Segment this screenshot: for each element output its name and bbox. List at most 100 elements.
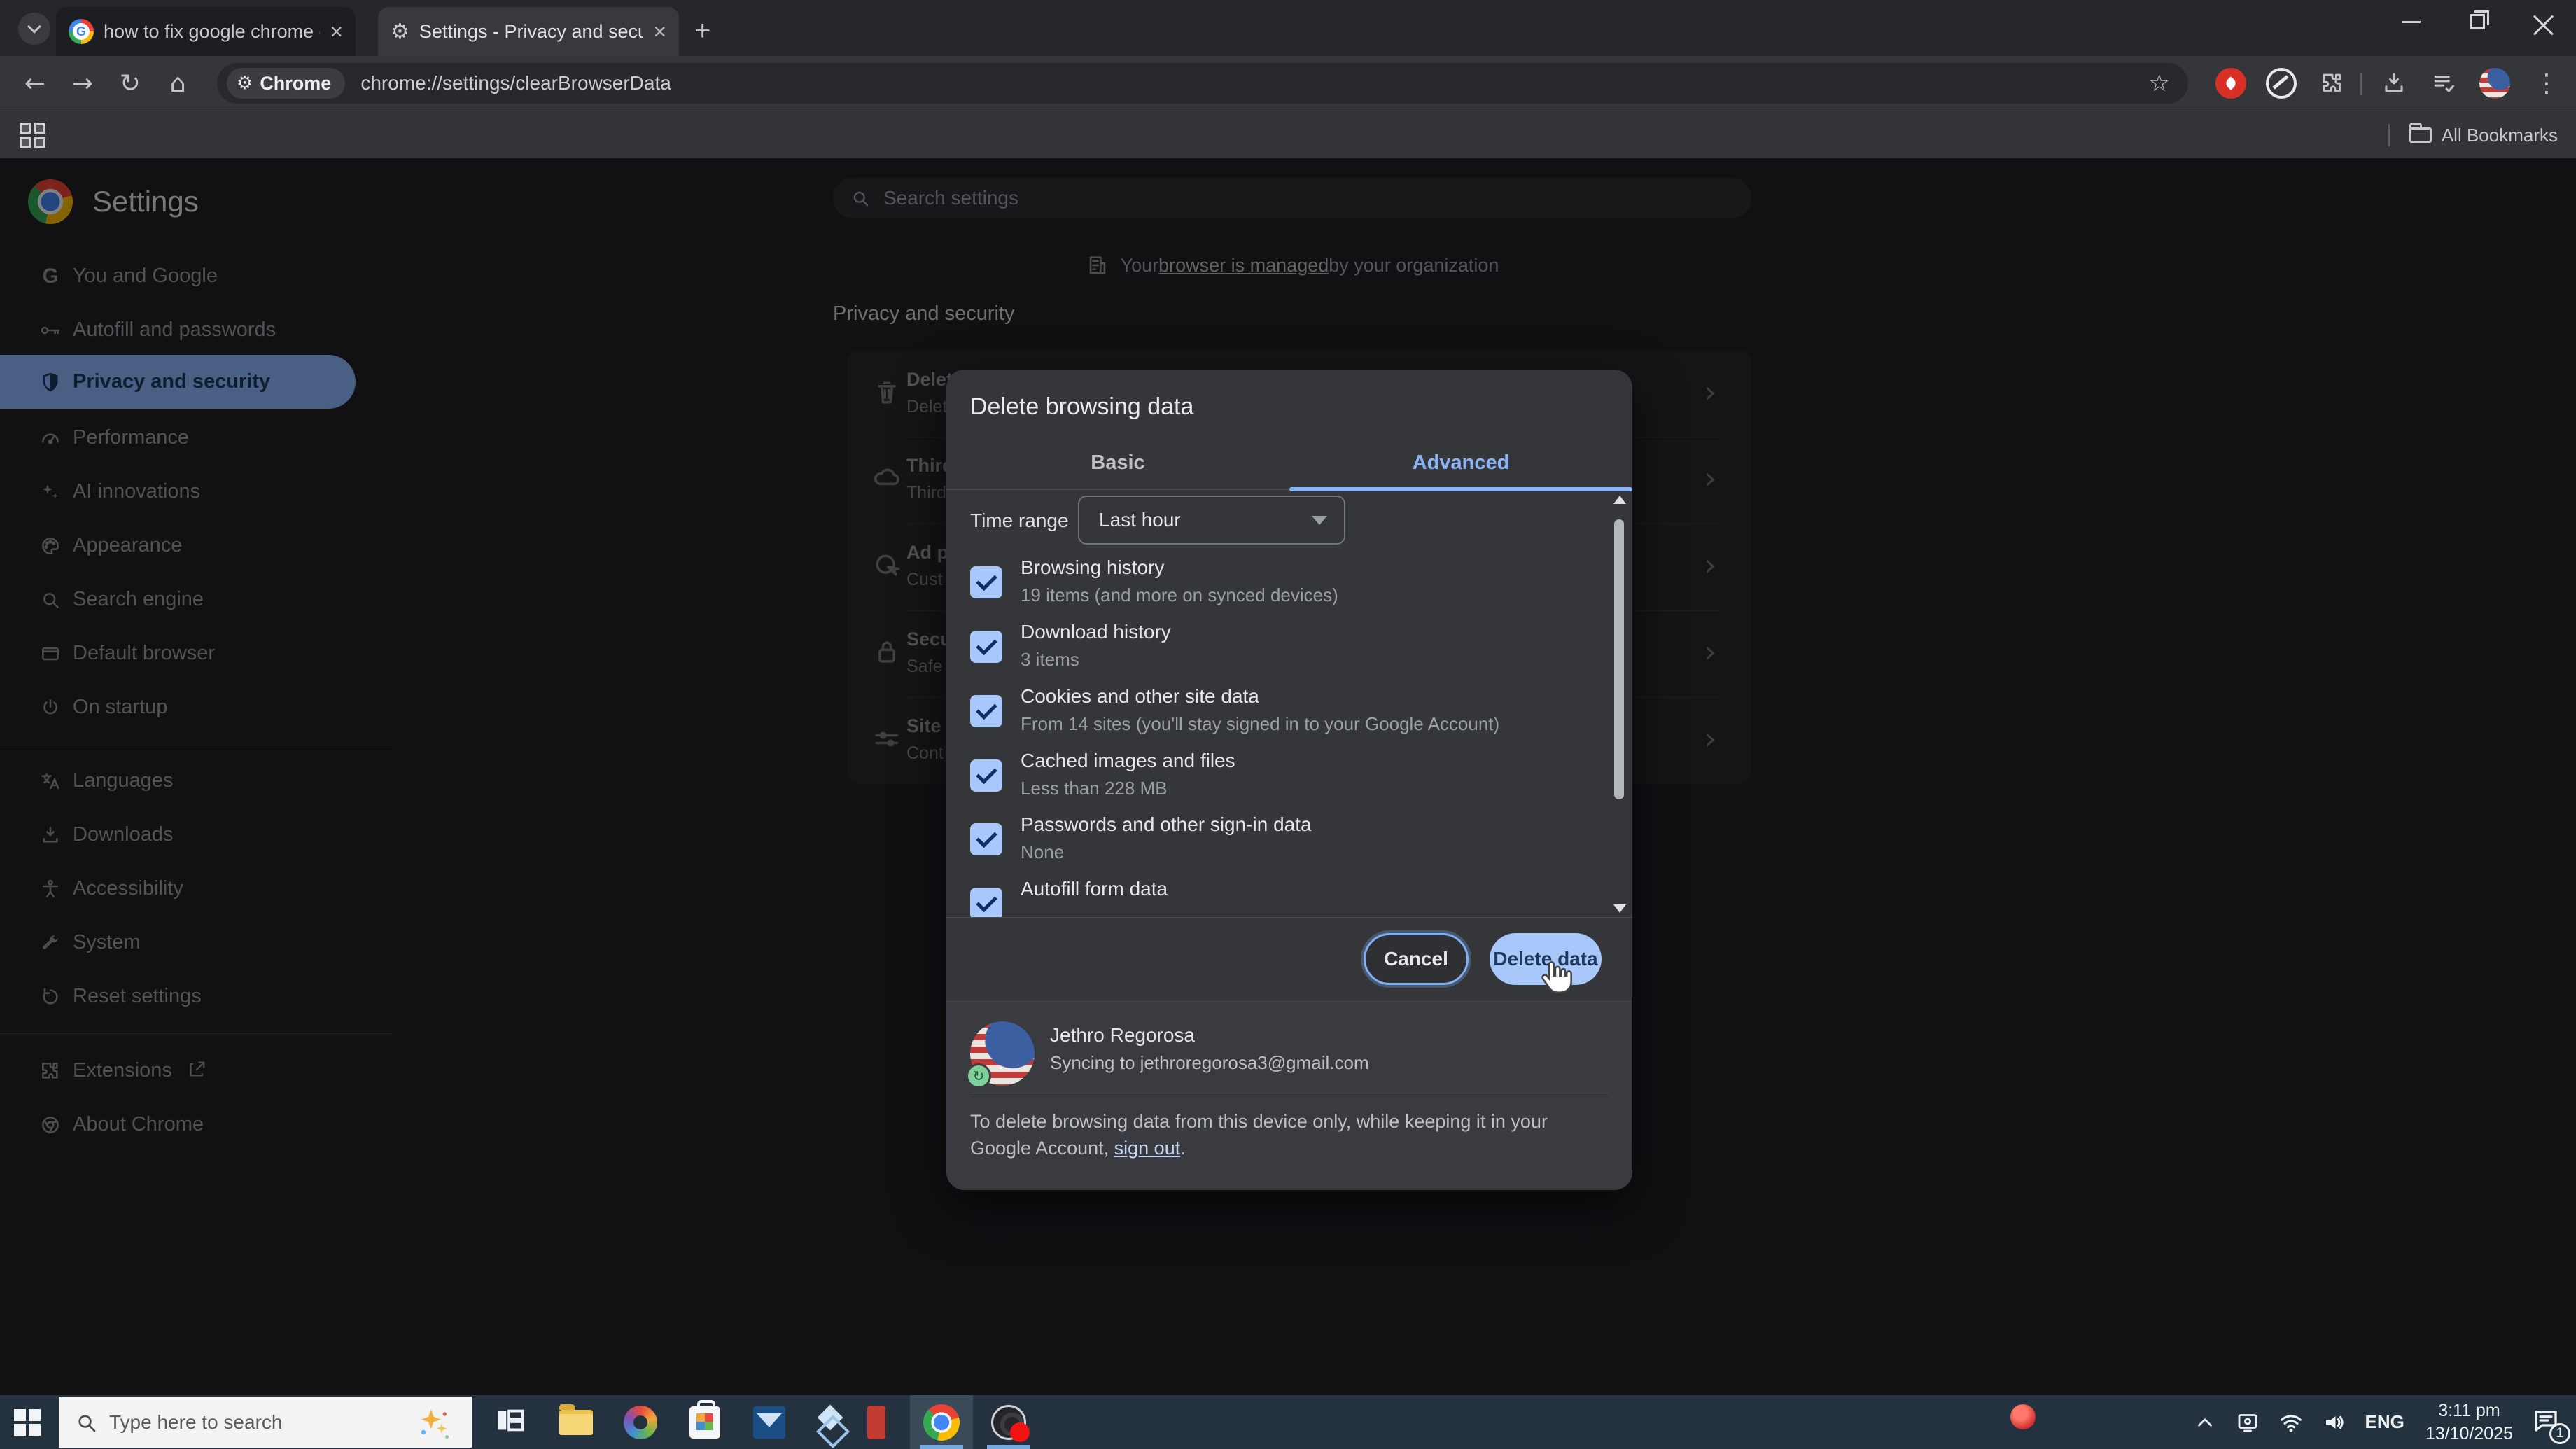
grid-cell (20, 137, 31, 148)
dialog-scroll-area: Time range Last hour Browsing history 19… (946, 491, 1632, 917)
chevron-down-icon (27, 20, 41, 34)
monitor-icon[interactable] (2235, 1410, 2260, 1435)
sign-out-link[interactable]: sign out (1114, 1138, 1181, 1158)
row-cookies: Cookies and other site data From 14 site… (946, 680, 1597, 744)
cancel-button[interactable]: Cancel (1364, 933, 1469, 985)
google-favicon (69, 19, 94, 44)
file-explorer-button[interactable] (545, 1395, 608, 1449)
home-button[interactable]: ⌂ (155, 56, 200, 111)
tab-title: Settings - Privacy and security (419, 20, 644, 42)
wifi-icon[interactable] (2278, 1410, 2304, 1435)
grid-cell (20, 122, 31, 134)
dialog-footer: To delete browsing data from this device… (970, 1108, 1609, 1161)
notification-center-button[interactable]: 1 (2531, 1406, 2570, 1444)
start-button[interactable] (14, 1409, 41, 1436)
speaker-icon[interactable] (2322, 1410, 2347, 1435)
copilot-sparkle-icon (414, 1405, 451, 1445)
url-text[interactable]: chrome://settings/clearBrowserData (360, 72, 2148, 94)
close-icon (2533, 12, 2553, 31)
item-label: Cookies and other site data (1021, 685, 1259, 707)
active-app-indicator (920, 1445, 963, 1449)
chrome-taskbar-button[interactable] (910, 1395, 973, 1449)
item-detail: 19 items (and more on synced devices) (1021, 584, 1338, 606)
new-tab-button[interactable]: + (694, 15, 710, 47)
time-range-select[interactable]: Last hour (1078, 496, 1345, 545)
task-view-button[interactable] (479, 1395, 542, 1449)
tray-expand-icon[interactable] (2193, 1410, 2217, 1434)
windows-logo-pane (14, 1409, 26, 1421)
taskbar-clock[interactable]: 3:11 pm 13/10/2025 (2426, 1399, 2513, 1446)
minimize-icon (2402, 20, 2421, 23)
tab-close-icon[interactable]: × (653, 20, 666, 43)
forward-button[interactable]: → (60, 56, 105, 111)
blocker-extension-icon[interactable] (2266, 68, 2297, 99)
checkbox-passwords[interactable] (970, 823, 1002, 855)
microsoft-store-icon (690, 1399, 720, 1438)
grid-cell (34, 122, 46, 134)
search-icon (74, 1410, 98, 1434)
tab-basic[interactable]: Basic (946, 437, 1289, 489)
tab-strip: how to fix google chrome exte × ⚙ Settin… (0, 0, 2576, 56)
row-passwords: Passwords and other sign-in data None (946, 808, 1597, 872)
active-app-indicator (987, 1445, 1030, 1449)
tab-settings[interactable]: ⚙ Settings - Privacy and security × (378, 7, 679, 56)
account-sync-status: Syncing to jethroregorosa3@gmail.com (1050, 1052, 1369, 1073)
reload-button[interactable]: ↻ (108, 56, 153, 111)
item-detail: From 14 sites (you'll stay signed in to … (1021, 713, 1500, 734)
tab-search-button[interactable] (18, 13, 50, 45)
gear-favicon: ⚙ (391, 19, 410, 44)
item-label: Passwords and other sign-in data (1021, 813, 1312, 835)
back-button[interactable]: ← (13, 56, 57, 111)
file-explorer-icon (559, 1404, 593, 1435)
red-extension-icon[interactable] (2216, 68, 2246, 99)
checkbox-download-history[interactable] (970, 631, 1002, 663)
menu-dots-icon[interactable]: ⋮ (2531, 68, 2562, 99)
checkbox-autofill[interactable] (970, 888, 1002, 917)
item-label: Cached images and files (1021, 750, 1236, 771)
folder-icon (2409, 123, 2432, 143)
row-cached-images: Cached images and files Less than 228 MB (946, 744, 1597, 808)
account-name: Jethro Regorosa (1050, 1024, 1196, 1046)
dialog-scrollbar[interactable] (1610, 493, 1628, 916)
profile-avatar[interactable] (2479, 68, 2510, 99)
red-app-button[interactable] (855, 1395, 897, 1449)
task-view-icon (494, 1404, 526, 1440)
scrollbar-thumb[interactable] (1614, 519, 1624, 799)
checkbox-cached-images[interactable] (970, 760, 1002, 792)
tab-how-to-fix[interactable]: how to fix google chrome exte × (56, 7, 356, 56)
mouse-cursor (1538, 959, 1574, 995)
item-detail: None (1021, 841, 1065, 862)
delete-browsing-data-dialog: Delete browsing data Basic Advanced Time… (946, 370, 1632, 1190)
scroll-up-icon[interactable] (1614, 496, 1626, 504)
close-button[interactable] (2510, 0, 2576, 43)
tab-close-icon[interactable]: × (330, 20, 343, 43)
taskbar-search-input[interactable] (109, 1410, 361, 1434)
bookmark-star-icon[interactable]: ☆ (2149, 69, 2170, 97)
item-label: Autofill form data (1021, 878, 1168, 899)
clock-time: 3:11 pm (2438, 1400, 2500, 1420)
photos-app-icon (624, 1405, 657, 1439)
restore-button[interactable] (2444, 0, 2510, 43)
site-info-chip[interactable]: ⚙ Chrome (227, 68, 346, 99)
dialog-title: Delete browsing data (970, 393, 1194, 420)
obs-taskbar-button[interactable] (977, 1395, 1040, 1449)
downloads-icon[interactable] (2379, 68, 2409, 99)
mail-app-button[interactable] (738, 1395, 801, 1449)
minimize-button[interactable] (2379, 0, 2444, 43)
apps-grid-icon[interactable] (20, 122, 46, 149)
extensions-puzzle-icon[interactable] (2317, 68, 2348, 99)
bookmarks-bar: All Bookmarks (0, 111, 2576, 158)
language-indicator[interactable]: ENG (2365, 1411, 2404, 1433)
scroll-down-icon[interactable] (1614, 904, 1626, 913)
photos-app-button[interactable] (609, 1395, 672, 1449)
checkbox-cookies[interactable] (970, 695, 1002, 727)
all-bookmarks-button[interactable]: All Bookmarks (2388, 111, 2558, 159)
drop-glyph (2224, 76, 2238, 90)
checkbox-browsing-history[interactable] (970, 566, 1002, 598)
tab-advanced[interactable]: Advanced (1289, 437, 1632, 489)
taskbar-search[interactable] (59, 1396, 472, 1448)
reading-list-icon[interactable] (2429, 68, 2460, 99)
row-browsing-history: Browsing history 19 items (and more on s… (946, 551, 1597, 615)
microsoft-store-button[interactable] (673, 1395, 736, 1449)
address-bar[interactable]: ⚙ Chrome chrome://settings/clearBrowserD… (217, 63, 2188, 104)
